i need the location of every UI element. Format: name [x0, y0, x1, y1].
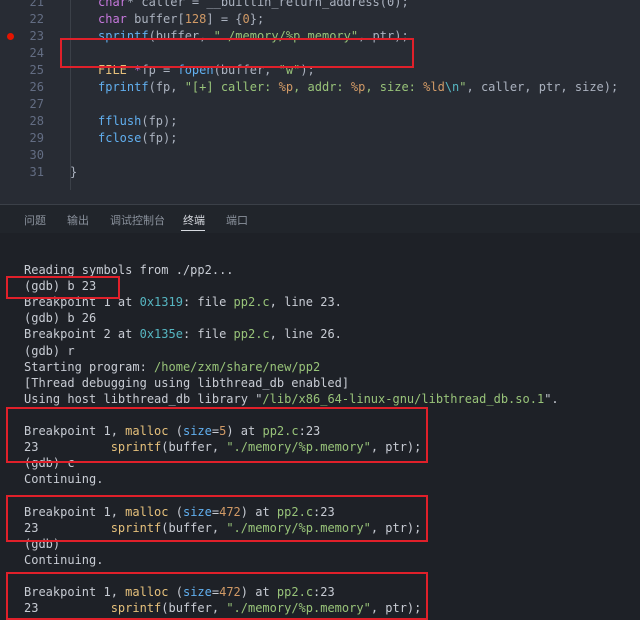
- terminal-output[interactable]: Reading symbols from ./pp2... (gdb) b 23 B…: [0, 233, 640, 620]
- code-token: (fp,: [148, 80, 185, 94]
- code-text: fclose(fp);: [98, 130, 177, 147]
- code-token: char: [98, 12, 127, 26]
- terminal-token: 0x135e: [139, 327, 183, 342]
- code-line: 31}: [0, 164, 640, 181]
- line-number[interactable]: 30: [0, 147, 44, 164]
- code-token: (fp);: [141, 114, 178, 128]
- terminal-line: Using host libthread_db library "/lib/x8…: [24, 391, 559, 407]
- terminal-token: /home/zxm/share/new/pp2: [154, 359, 321, 374]
- code-token: * caller = __builtin_return_address(0);: [126, 0, 409, 9]
- tab-terminal[interactable]: 终端: [183, 212, 205, 228]
- code-token: , caller, ptr, size);: [466, 80, 619, 94]
- code-line: 29 fclose(fp);: [0, 130, 640, 147]
- code-token: 0: [242, 12, 250, 26]
- active-tab-indicator: [181, 230, 205, 231]
- highlight-box-gdb-b23: [6, 276, 120, 299]
- terminal-token: Using host libthread_db library ": [24, 391, 263, 406]
- code-token: fflush: [98, 114, 142, 128]
- tab-output[interactable]: 输出: [67, 212, 89, 228]
- terminal-token: Reading symbols from ./pp2...: [24, 263, 234, 277]
- code-line: 26 fprintf(fp, "[+] caller: %p, addr: %p,…: [0, 79, 640, 96]
- terminal-token: (gdb) b 26: [24, 311, 97, 326]
- terminal-token: ".: [544, 391, 559, 406]
- terminal-line: Starting program: /home/zxm/share/new/pp…: [24, 359, 320, 375]
- line-number[interactable]: 21: [0, 0, 44, 11]
- code-token: (fp);: [141, 131, 178, 145]
- line-number[interactable]: 22: [0, 11, 44, 28]
- terminal-line: [Thread debugging using libthread_db ena…: [24, 375, 349, 391]
- terminal-token: 0x1319: [139, 295, 183, 310]
- terminal-token: Continuing.: [24, 552, 104, 567]
- line-number[interactable]: 29: [0, 130, 44, 147]
- terminal-token: : file: [182, 295, 234, 310]
- code-text: fprintf(fp, "[+] caller: %p, addr: %p, s…: [98, 79, 618, 96]
- code-text: fflush(fp);: [98, 113, 177, 130]
- code-token: ] = {: [206, 12, 243, 26]
- code-token: ": [459, 80, 467, 94]
- line-number[interactable]: 26: [0, 79, 44, 96]
- code-token: , addr:: [293, 80, 351, 94]
- code-text: char buffer[128] = {0};: [98, 11, 264, 28]
- code-token: }: [70, 165, 78, 179]
- line-number[interactable]: 28: [0, 113, 44, 130]
- breakpoint-icon[interactable]: [7, 33, 14, 40]
- line-number[interactable]: 25: [0, 62, 44, 79]
- terminal-token: pp2.c: [233, 327, 270, 342]
- code-token: , size:: [365, 80, 424, 94]
- terminal-line: (gdb) b 26: [24, 310, 96, 326]
- code-token: %p: [278, 80, 294, 94]
- line-number[interactable]: 24: [0, 45, 44, 62]
- code-token: fprintf: [98, 80, 149, 94]
- panel-tab-bar: 问题 输出 调试控制台 终端 端口: [0, 204, 640, 233]
- code-token: buffer[: [126, 12, 185, 26]
- code-line: 27: [0, 96, 640, 113]
- terminal-token: [Thread debugging using libthread_db ena…: [24, 375, 350, 390]
- line-number[interactable]: 31: [0, 164, 44, 181]
- code-token: 128: [184, 12, 207, 26]
- terminal-token: pp2.c: [233, 295, 270, 310]
- code-editor[interactable]: 21 char* caller = __builtin_return_addres…: [0, 0, 640, 204]
- terminal-token: , line 26.: [269, 327, 342, 342]
- code-token: %ld: [423, 80, 445, 94]
- terminal-token: Starting program:: [24, 359, 155, 374]
- code-line: 30: [0, 147, 640, 164]
- code-token: "[+] caller:: [184, 80, 279, 94]
- line-number[interactable]: 27: [0, 96, 44, 113]
- terminal-token: Continuing.: [24, 472, 104, 487]
- terminal-token: (gdb) r: [24, 343, 75, 358]
- code-line: 28 fflush(fp);: [0, 113, 640, 130]
- code-token: fclose: [98, 131, 142, 145]
- code-line: 22 char buffer[128] = {0};: [0, 11, 640, 28]
- highlight-box-breakpoint-size472-b: [6, 572, 428, 620]
- terminal-token: , line 23.: [269, 295, 342, 310]
- code-token: };: [249, 12, 265, 26]
- terminal-line: Continuing.: [24, 552, 103, 568]
- terminal-line: Breakpoint 2 at 0x135e: file pp2.c, line…: [24, 326, 342, 342]
- code-line: 21 char* caller = __builtin_return_addres…: [0, 0, 640, 11]
- tab-ports[interactable]: 端口: [226, 212, 248, 228]
- tab-problems[interactable]: 问题: [24, 212, 46, 228]
- highlight-box-breakpoint-size472-a: [6, 495, 428, 542]
- tab-debug-console[interactable]: 调试控制台: [110, 212, 165, 228]
- terminal-line: Continuing.: [24, 471, 103, 487]
- highlight-box-sprintf-line: [60, 38, 414, 68]
- terminal-token: Breakpoint 2 at: [24, 327, 140, 342]
- code-token: %p: [350, 80, 366, 94]
- highlight-box-breakpoint-size5: [6, 407, 428, 463]
- code-text: char* caller = __builtin_return_address(…: [98, 0, 409, 11]
- terminal-line: (gdb) r: [24, 343, 75, 359]
- code-token: \n: [444, 80, 460, 94]
- terminal-token: /lib/x86_64-linux-gnu/libthread_db.so.1: [262, 391, 545, 406]
- code-text: }: [70, 164, 77, 181]
- code-token: char: [98, 0, 127, 9]
- terminal-token: : file: [182, 327, 234, 342]
